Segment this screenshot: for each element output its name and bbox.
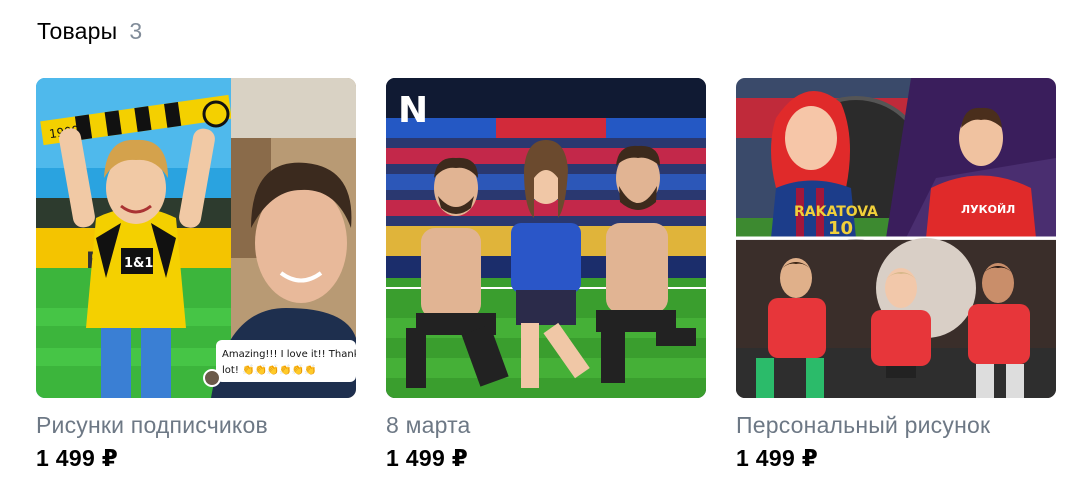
product-price: 1 499 ₽ [736,445,819,471]
product-price: 1 499 ₽ [386,445,469,471]
product-name[interactable]: Персональный рисунок [736,412,1056,439]
product-image[interactable]: BVB 1909 1&1 [36,78,356,398]
comment-text-2: lot! 👏👏👏👏👏👏 [222,363,317,376]
product-card[interactable]: N 8 марта 1 499 ₽ [386,78,706,472]
section-count: 3 [129,18,143,44]
shirt-sponsor-text: ЛУКОЙЛ [961,203,1015,216]
logo-text: N [398,90,428,131]
shirt-text: 1&1 [124,256,153,271]
section-title[interactable]: Товары [37,18,117,45]
product-illustration: RAKATOVA 10 ЛУКОЙЛ [736,78,1056,398]
product-image[interactable]: RAKATOVA 10 ЛУКОЙЛ [736,78,1056,398]
product-price: 1 499 ₽ [36,445,119,471]
product-illustration: N [386,78,706,398]
product-card[interactable]: BVB 1909 1&1 [36,78,356,472]
shirt-number: 10 [828,218,853,239]
product-name[interactable]: 8 марта [386,412,706,439]
product-illustration: BVB 1909 1&1 [36,78,356,398]
section-header: Товары 3 [37,18,142,45]
comment-text: Amazing!!! I love it!! Thanks a [222,349,356,360]
product-image[interactable]: N [386,78,706,398]
product-name[interactable]: Рисунки подписчиков [36,412,356,439]
product-card[interactable]: RAKATOVA 10 ЛУКОЙЛ Персональный рисунок … [736,78,1056,472]
